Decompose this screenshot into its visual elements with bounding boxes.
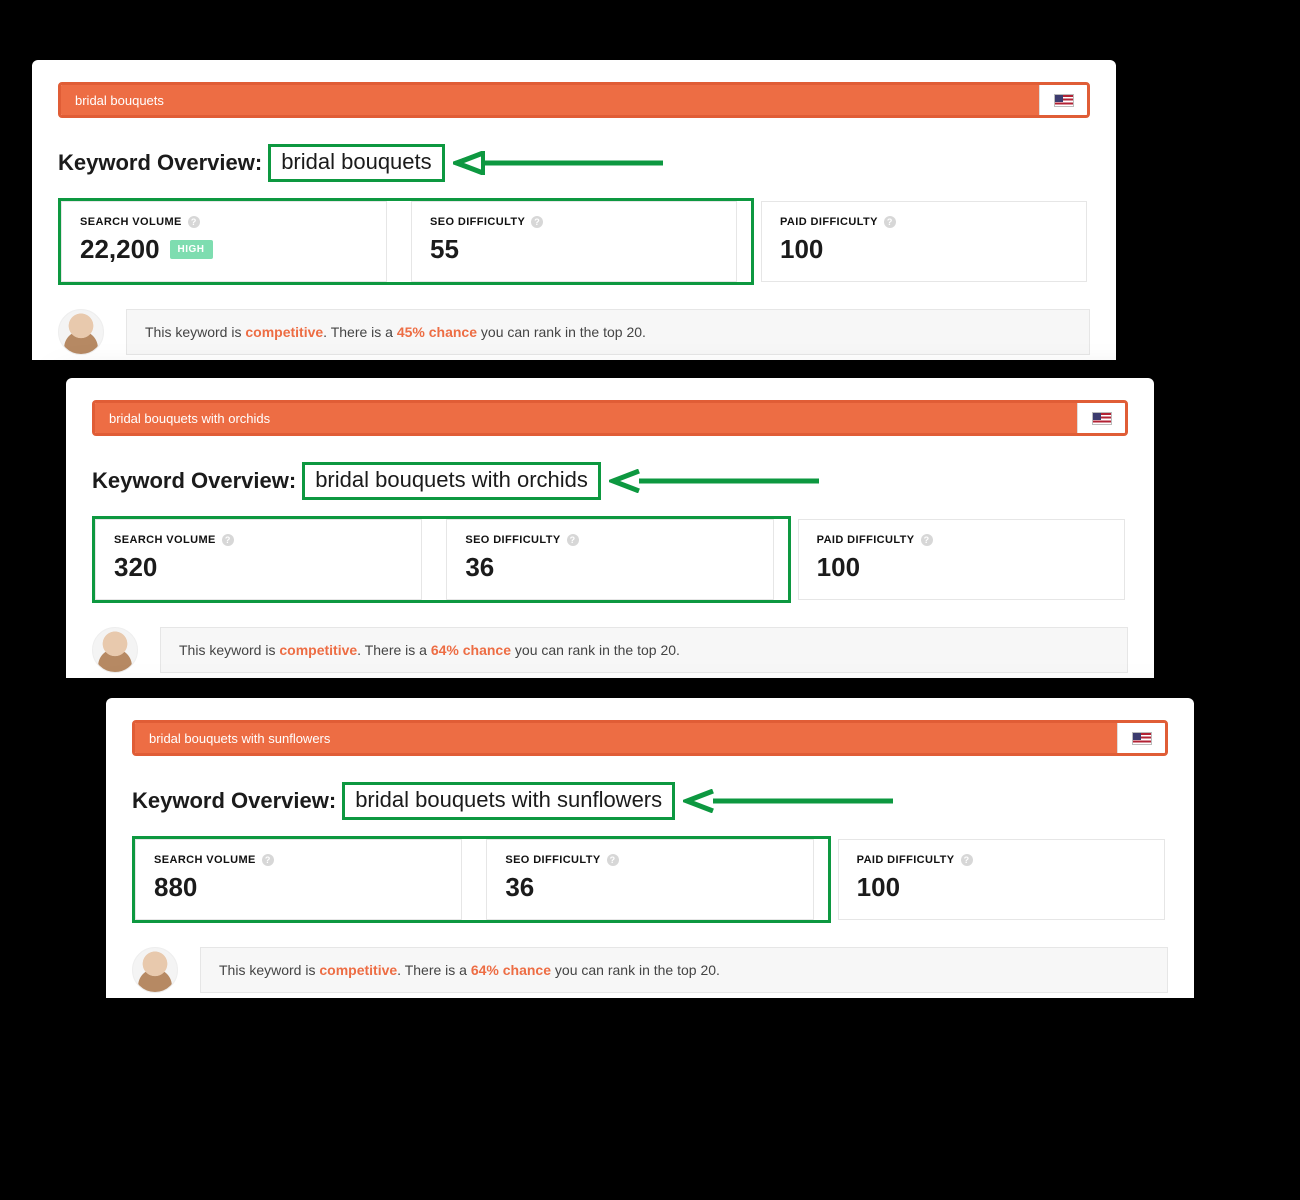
- volume-badge: HIGH: [170, 240, 213, 259]
- help-icon[interactable]: ?: [607, 854, 619, 866]
- metric-label: PAID DIFFICULTY: [857, 854, 955, 866]
- commentary-bubble: This keyword is competitive. There is a …: [126, 309, 1090, 355]
- commentary-text: . There is a: [323, 324, 397, 340]
- annotation-arrow-icon: [683, 789, 893, 813]
- metric-seo-difficulty: SEO DIFFICULTY ? 36: [446, 519, 773, 600]
- advisor-avatar: [58, 309, 104, 355]
- metrics-row: SEARCH VOLUME ? 320 SEO DIFFICULTY ? 36 …: [92, 516, 1128, 603]
- metric-label: SEARCH VOLUME: [80, 216, 182, 228]
- commentary-text: . There is a: [397, 962, 471, 978]
- us-flag-icon: [1054, 94, 1074, 107]
- keyword-overview-heading: Keyword Overview: bridal bouquets with s…: [132, 782, 1168, 820]
- help-icon[interactable]: ?: [222, 534, 234, 546]
- search-bar: bridal bouquets with orchids: [92, 400, 1128, 436]
- metric-paid-difficulty: PAID DIFFICULTY ? 100: [761, 201, 1087, 282]
- keyword-overview-heading: Keyword Overview: bridal bouquets with o…: [92, 462, 1128, 500]
- help-icon[interactable]: ?: [884, 216, 896, 228]
- commentary-chance: 64% chance: [431, 642, 511, 658]
- help-icon[interactable]: ?: [921, 534, 933, 546]
- metric-paid-difficulty: PAID DIFFICULTY ? 100: [838, 839, 1165, 920]
- metric-value: 100: [817, 552, 860, 583]
- metrics-row: SEARCH VOLUME ? 880 SEO DIFFICULTY ? 36 …: [132, 836, 1168, 923]
- us-flag-icon: [1092, 412, 1112, 425]
- metric-value: 880: [154, 872, 197, 903]
- metric-search-volume: SEARCH VOLUME ? 320: [95, 519, 422, 600]
- commentary-competitive: competitive: [279, 642, 357, 658]
- search-bar: bridal bouquets: [58, 82, 1090, 118]
- help-icon[interactable]: ?: [531, 216, 543, 228]
- metric-label: PAID DIFFICULTY: [817, 534, 915, 546]
- metric-value: 36: [465, 552, 494, 583]
- metric-seo-difficulty: SEO DIFFICULTY ? 55: [411, 201, 737, 282]
- keyword-panel: bridal bouquets with orchids Keyword Ove…: [66, 378, 1154, 678]
- help-icon[interactable]: ?: [567, 534, 579, 546]
- keyword-panel: bridal bouquets Keyword Overview: bridal…: [32, 60, 1116, 360]
- metric-label: SEO DIFFICULTY: [505, 854, 600, 866]
- commentary-row: This keyword is competitive. There is a …: [132, 947, 1168, 993]
- commentary-chance: 64% chance: [471, 962, 551, 978]
- keyword-panel: bridal bouquets with sunflowers Keyword …: [106, 698, 1194, 998]
- metric-value: 55: [430, 234, 459, 265]
- us-flag-icon: [1132, 732, 1152, 745]
- metric-search-volume: SEARCH VOLUME ? 22,200 HIGH: [61, 201, 387, 282]
- commentary-text: you can rank in the top 20.: [551, 962, 720, 978]
- metric-label: SEARCH VOLUME: [114, 534, 216, 546]
- commentary-text: . There is a: [357, 642, 431, 658]
- metric-search-volume: SEARCH VOLUME ? 880: [135, 839, 462, 920]
- search-input[interactable]: bridal bouquets with orchids: [95, 403, 1077, 433]
- help-icon[interactable]: ?: [961, 854, 973, 866]
- metrics-row: SEARCH VOLUME ? 22,200 HIGH SEO DIFFICUL…: [58, 198, 1090, 285]
- overview-label: Keyword Overview:: [92, 468, 296, 494]
- commentary-text: you can rank in the top 20.: [477, 324, 646, 340]
- annotation-arrow-icon: [609, 469, 819, 493]
- commentary-text: This keyword is: [145, 324, 245, 340]
- annotation-arrow-icon: [453, 151, 663, 175]
- search-bar: bridal bouquets with sunflowers: [132, 720, 1168, 756]
- commentary-bubble: This keyword is competitive. There is a …: [160, 627, 1128, 673]
- commentary-competitive: competitive: [319, 962, 397, 978]
- keyword-highlight: bridal bouquets with orchids: [302, 462, 601, 500]
- commentary-text: you can rank in the top 20.: [511, 642, 680, 658]
- region-selector[interactable]: [1117, 723, 1165, 753]
- metric-value: 320: [114, 552, 157, 583]
- advisor-avatar: [92, 627, 138, 673]
- keyword-overview-heading: Keyword Overview: bridal bouquets: [58, 144, 1090, 182]
- help-icon[interactable]: ?: [188, 216, 200, 228]
- advisor-avatar: [132, 947, 178, 993]
- keyword-highlight: bridal bouquets with sunflowers: [342, 782, 675, 820]
- metric-label: SEARCH VOLUME: [154, 854, 256, 866]
- search-input[interactable]: bridal bouquets with sunflowers: [135, 723, 1117, 753]
- commentary-text: This keyword is: [179, 642, 279, 658]
- keyword-highlight: bridal bouquets: [268, 144, 444, 182]
- commentary-competitive: competitive: [245, 324, 323, 340]
- metric-value: 100: [857, 872, 900, 903]
- commentary-text: This keyword is: [219, 962, 319, 978]
- metric-seo-difficulty: SEO DIFFICULTY ? 36: [486, 839, 813, 920]
- commentary-row: This keyword is competitive. There is a …: [58, 309, 1090, 355]
- metric-label: SEO DIFFICULTY: [430, 216, 525, 228]
- metric-paid-difficulty: PAID DIFFICULTY ? 100: [798, 519, 1125, 600]
- search-input[interactable]: bridal bouquets: [61, 85, 1039, 115]
- commentary-row: This keyword is competitive. There is a …: [92, 627, 1128, 673]
- region-selector[interactable]: [1039, 85, 1087, 115]
- metric-value: 22,200: [80, 234, 160, 265]
- metric-value: 36: [505, 872, 534, 903]
- metric-label: SEO DIFFICULTY: [465, 534, 560, 546]
- overview-label: Keyword Overview:: [132, 788, 336, 814]
- commentary-bubble: This keyword is competitive. There is a …: [200, 947, 1168, 993]
- metric-label: PAID DIFFICULTY: [780, 216, 878, 228]
- overview-label: Keyword Overview:: [58, 150, 262, 176]
- region-selector[interactable]: [1077, 403, 1125, 433]
- metric-value: 100: [780, 234, 823, 265]
- help-icon[interactable]: ?: [262, 854, 274, 866]
- commentary-chance: 45% chance: [397, 324, 477, 340]
